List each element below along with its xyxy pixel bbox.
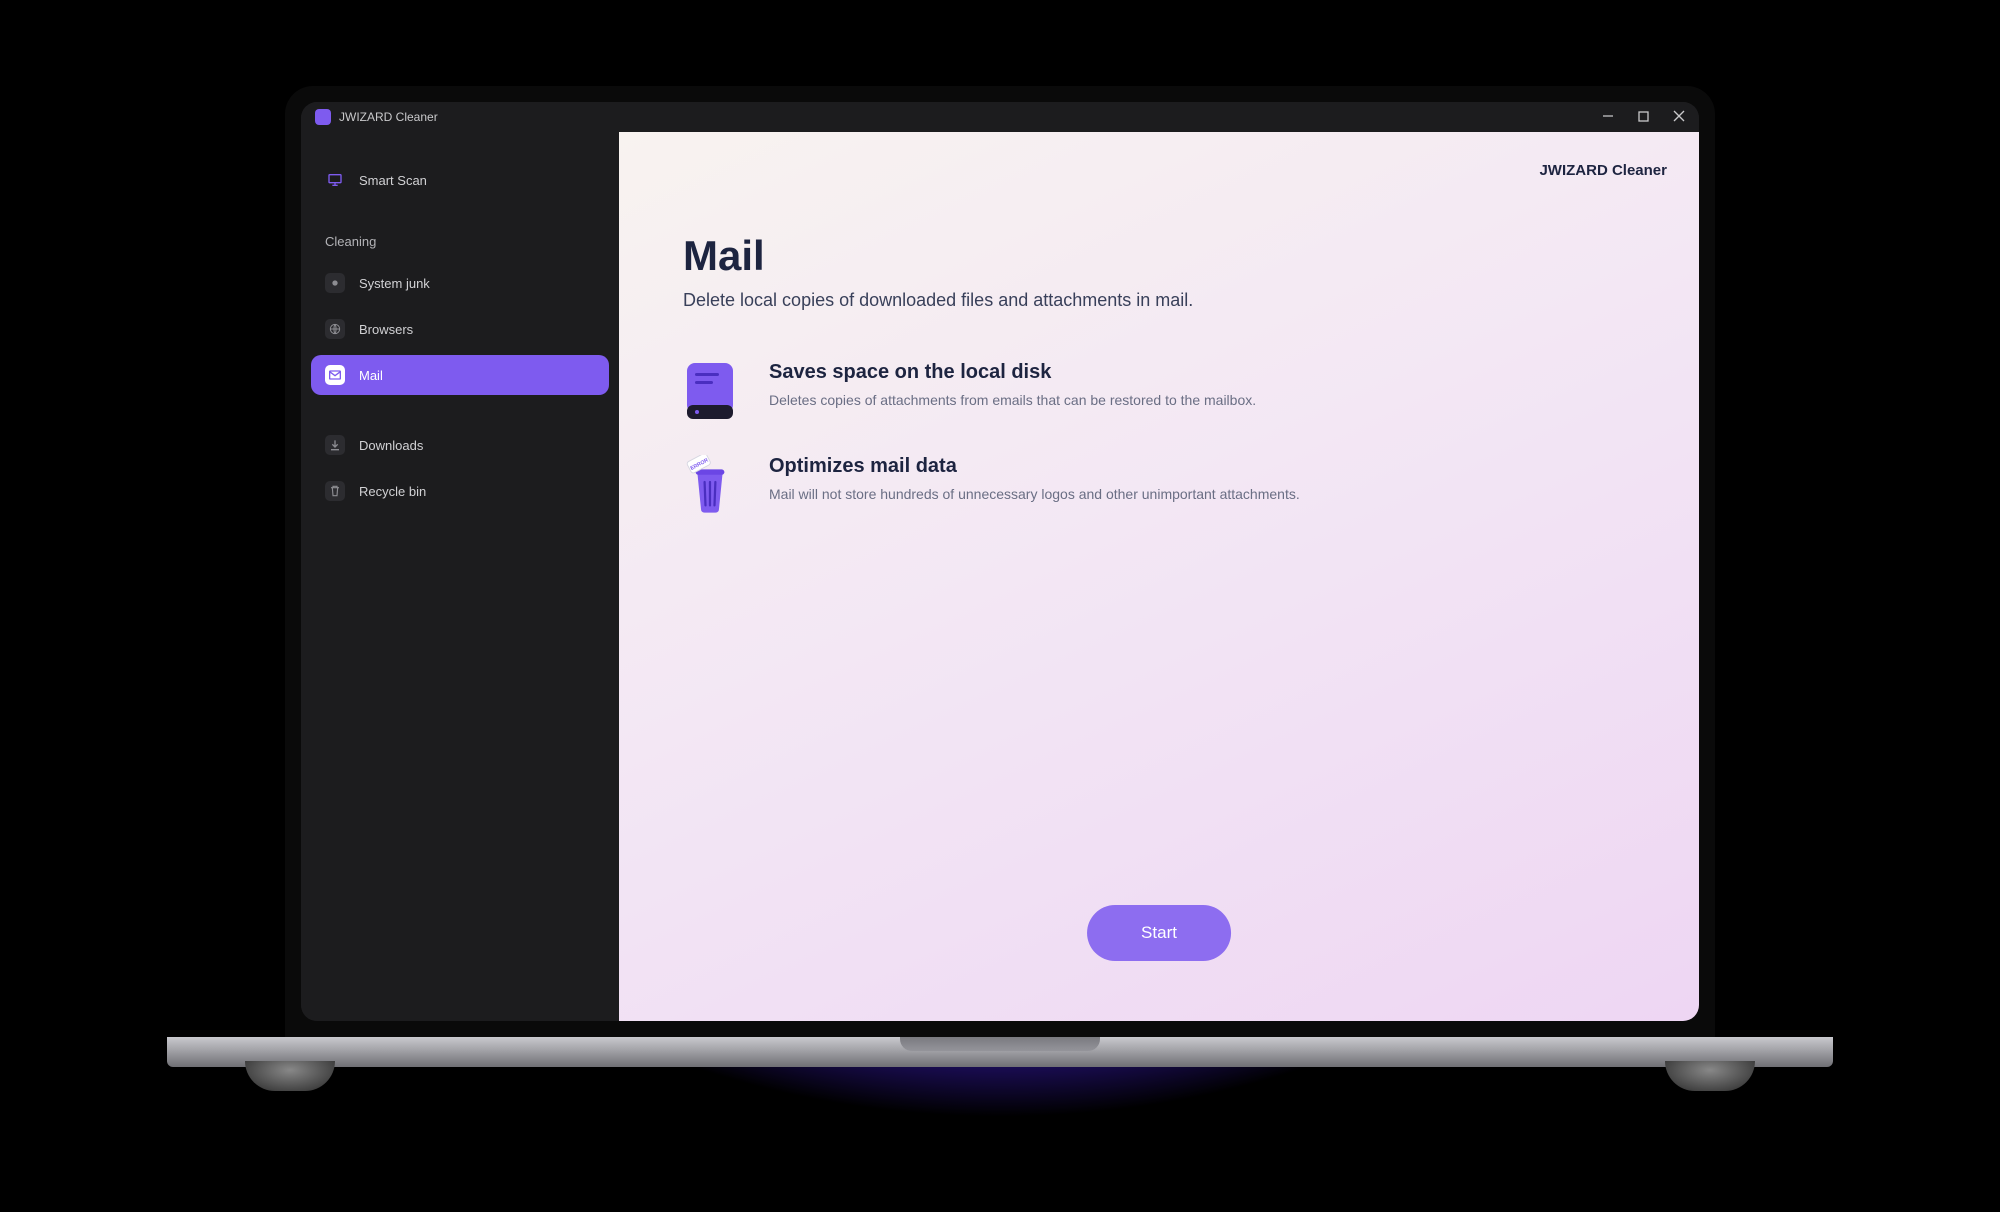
sidebar-item-smart-scan[interactable]: Smart Scan [311, 160, 609, 200]
download-icon [325, 435, 345, 455]
feature-save-space: Saves space on the local disk Deletes co… [683, 361, 1303, 415]
laptop-foot-left [245, 1061, 335, 1091]
feature-title: Saves space on the local disk [769, 361, 1256, 384]
feature-desc: Deletes copies of attachments from email… [769, 390, 1256, 410]
sidebar-section-cleaning: Cleaning [311, 206, 609, 257]
title-left: JWIZARD Cleaner [315, 109, 438, 125]
monitor-icon [325, 170, 345, 190]
content-pane: JWIZARD Cleaner Mail Delete local copies… [619, 132, 1699, 1021]
window-controls [1602, 110, 1685, 124]
feature-list: Saves space on the local disk Deletes co… [683, 361, 1303, 509]
start-button[interactable]: Start [1087, 905, 1231, 961]
app-title: JWIZARD Cleaner [339, 110, 438, 124]
sidebar: Smart Scan Cleaning System junk Brows [301, 132, 619, 1021]
app-window: JWIZARD Cleaner [301, 102, 1699, 1021]
mail-icon [325, 365, 345, 385]
trash-error-icon: ERROR [683, 455, 737, 509]
disk-icon [683, 361, 737, 415]
feature-text: Optimizes mail data Mail will not store … [769, 455, 1300, 504]
titlebar: JWIZARD Cleaner [301, 102, 1699, 132]
trash-icon [325, 481, 345, 501]
sidebar-item-label: Mail [359, 368, 383, 383]
close-button[interactable] [1673, 110, 1685, 124]
system-junk-icon [325, 273, 345, 293]
app-icon [315, 109, 331, 125]
maximize-button[interactable] [1638, 110, 1649, 124]
sidebar-item-label: Smart Scan [359, 173, 427, 188]
feature-desc: Mail will not store hundreds of unnecess… [769, 484, 1300, 504]
globe-icon [325, 319, 345, 339]
sidebar-item-recycle-bin[interactable]: Recycle bin [311, 471, 609, 511]
feature-optimize-mail: ERROR Optimizes mail data Mail will not … [683, 455, 1303, 509]
brand-label: JWIZARD Cleaner [1539, 162, 1667, 179]
feature-title: Optimizes mail data [769, 455, 1300, 478]
sidebar-item-downloads[interactable]: Downloads [311, 425, 609, 465]
sidebar-item-label: Browsers [359, 322, 413, 337]
app-body: Smart Scan Cleaning System junk Brows [301, 132, 1699, 1021]
laptop-feet [285, 1067, 1715, 1107]
sidebar-item-mail[interactable]: Mail [311, 355, 609, 395]
sidebar-item-label: Recycle bin [359, 484, 426, 499]
minimize-button[interactable] [1602, 110, 1614, 124]
sidebar-item-browsers[interactable]: Browsers [311, 309, 609, 349]
screen-bezel: JWIZARD Cleaner [285, 86, 1715, 1037]
page-subtitle: Delete local copies of downloaded files … [683, 290, 1635, 311]
sidebar-item-label: System junk [359, 276, 430, 291]
laptop-frame: JWIZARD Cleaner [285, 86, 1715, 1107]
sidebar-item-label: Downloads [359, 438, 423, 453]
page-title: Mail [683, 232, 1635, 280]
laptop-base [167, 1037, 1833, 1067]
feature-text: Saves space on the local disk Deletes co… [769, 361, 1256, 410]
sidebar-item-system-junk[interactable]: System junk [311, 263, 609, 303]
